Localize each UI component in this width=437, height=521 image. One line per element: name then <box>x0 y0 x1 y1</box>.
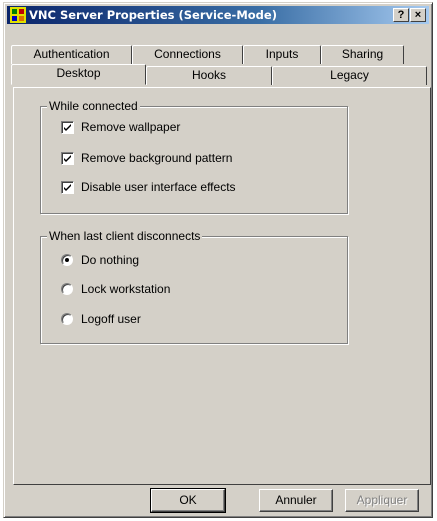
while-connected-group: While connected Remove wallpaper Remove … <box>40 99 348 214</box>
tab-desktop[interactable]: Desktop <box>11 64 146 85</box>
option-label: Logoff user <box>81 312 141 326</box>
checkmark-icon <box>64 124 71 131</box>
option-label: Remove background pattern <box>81 151 233 165</box>
option-label: Do nothing <box>81 253 140 267</box>
help-button[interactable]: ? <box>393 8 409 22</box>
cancel-button[interactable]: Annuler <box>259 489 333 512</box>
option-label: Remove wallpaper <box>81 120 181 134</box>
apply-button[interactable]: Appliquer <box>345 489 419 512</box>
option-label: Lock workstation <box>81 282 171 296</box>
option-label: Disable user interface effects <box>81 180 236 194</box>
checkbox[interactable] <box>61 152 74 165</box>
checkmark-icon <box>64 184 71 191</box>
ok-button[interactable]: OK <box>150 488 226 513</box>
checkbox[interactable] <box>61 121 74 134</box>
tab-authentication[interactable]: Authentication <box>11 45 132 64</box>
last-client-legend: When last client disconnects <box>47 229 203 243</box>
tab-connections[interactable]: Connections <box>132 45 243 64</box>
tab-sharing[interactable]: Sharing <box>321 45 404 64</box>
checkmark-icon <box>64 155 71 162</box>
while-connected-legend: While connected <box>47 99 140 113</box>
desktop-tab-panel: While connected Remove wallpaper Remove … <box>13 87 431 485</box>
radio-dot <box>65 258 69 262</box>
last-client-group: When last client disconnects Do nothing … <box>40 229 348 344</box>
properties-dialog: VNC Server Properties (Service-Mode) ? ×… <box>3 2 433 518</box>
radio-button[interactable] <box>61 254 73 266</box>
tab-legacy[interactable]: Legacy <box>272 66 427 85</box>
vnc-app-icon <box>10 7 26 23</box>
tab-inputs[interactable]: Inputs <box>243 45 321 64</box>
close-button[interactable]: × <box>410 8 426 22</box>
radio-button[interactable] <box>61 283 73 295</box>
window-title: VNC Server Properties (Service-Mode) <box>29 8 277 22</box>
radio-button[interactable] <box>61 313 73 325</box>
tab-hooks[interactable]: Hooks <box>146 66 272 85</box>
title-bar[interactable]: VNC Server Properties (Service-Mode) ? × <box>7 6 429 24</box>
checkbox[interactable] <box>61 181 74 194</box>
